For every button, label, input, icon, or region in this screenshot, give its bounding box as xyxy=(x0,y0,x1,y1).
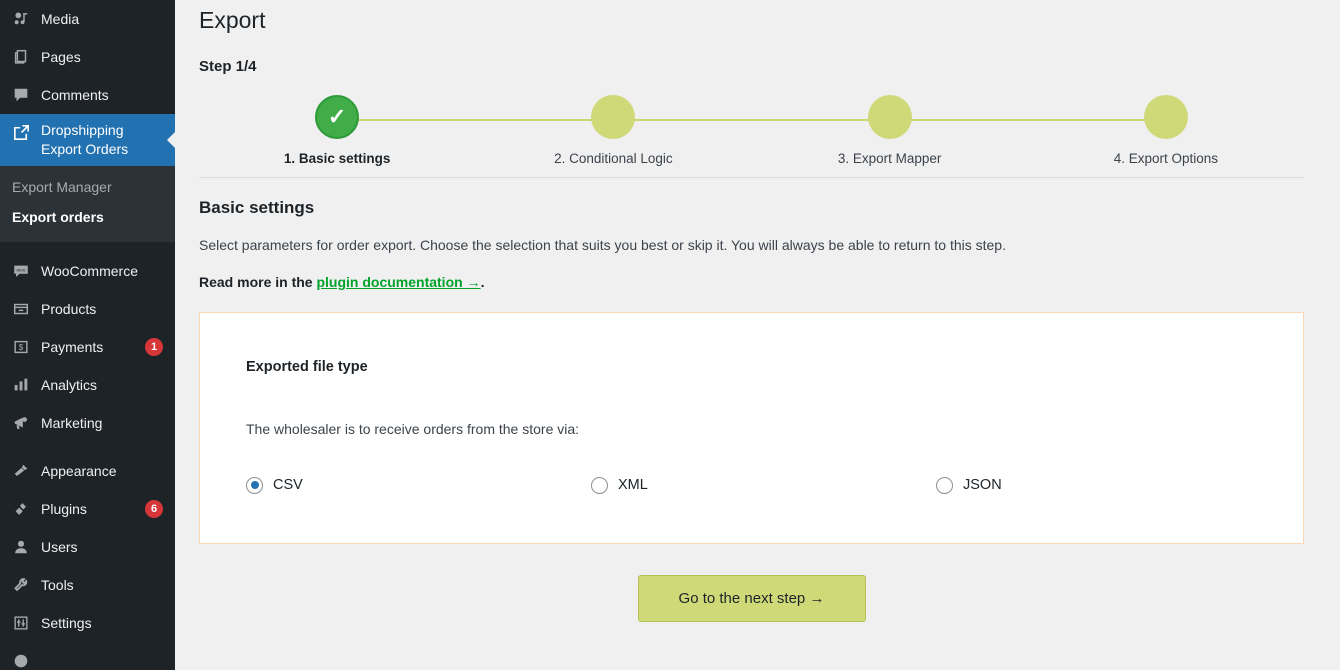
sidebar-item-label: Settings xyxy=(41,615,92,631)
sidebar-item-label: Marketing xyxy=(41,415,103,431)
products-icon xyxy=(10,299,32,319)
page-title: Export xyxy=(199,7,266,33)
submenu-item-label: Export orders xyxy=(12,209,104,225)
sidebar-item-marketing[interactable]: Marketing xyxy=(0,404,175,442)
analytics-icon xyxy=(10,375,32,395)
sidebar-item-dropshipping-export-orders[interactable]: Dropshipping Export Orders xyxy=(0,114,175,166)
sidebar-item-users[interactable]: Users xyxy=(0,528,175,566)
sidebar-item-pages[interactable]: Pages xyxy=(0,38,175,76)
step-label: 3. Export Mapper xyxy=(837,150,942,166)
radio-mark-icon xyxy=(936,476,953,494)
svg-text:woo: woo xyxy=(16,268,25,273)
sidebar-item-label: Analytics xyxy=(41,377,98,393)
settings-icon xyxy=(10,613,32,633)
card-title: Exported file type xyxy=(246,358,368,375)
step-dot-upcoming xyxy=(591,94,636,139)
sidebar-submenu: Export Manager Export orders xyxy=(0,166,175,242)
section-divider xyxy=(199,176,1304,178)
sidebar-item-appearance[interactable]: Appearance xyxy=(0,452,175,490)
step-label: 1. Basic settings xyxy=(283,150,391,166)
sidebar-item-label: Payments xyxy=(41,339,104,355)
sidebar-active-label-line2: Export Orders xyxy=(41,141,129,157)
status-badge: 6 xyxy=(145,500,163,518)
woocommerce-icon: woo xyxy=(10,261,32,281)
active-pointer-icon xyxy=(167,132,175,148)
sidebar-item-payments[interactable]: $ Payments 1 xyxy=(0,328,175,366)
radio-label: JSON xyxy=(963,477,1002,494)
next-button-container: Go to the next step → xyxy=(199,574,1304,622)
exported-file-type-card: Exported file type The wholesaler is to … xyxy=(199,311,1304,544)
pages-icon xyxy=(10,47,32,67)
status-badge: 1 xyxy=(145,338,163,356)
payments-icon: $ xyxy=(10,337,32,357)
step-label: 4. Export Options xyxy=(1113,150,1219,166)
comments-icon xyxy=(10,85,32,105)
sidebar-item-woocommerce[interactable]: woo WooCommerce xyxy=(0,252,175,290)
sidebar-item-plugins[interactable]: Plugins 6 xyxy=(0,490,175,528)
submenu-item-export-manager[interactable]: Export Manager xyxy=(0,172,175,202)
sidebar-item-media[interactable]: Media xyxy=(0,0,175,38)
radio-mark-icon xyxy=(591,476,608,494)
step-label: 2. Conditional Logic xyxy=(554,150,673,166)
sidebar-separator xyxy=(0,242,175,252)
svg-text:$: $ xyxy=(19,343,24,352)
sidebar-item-analytics[interactable]: Analytics xyxy=(0,366,175,404)
submenu-item-export-orders[interactable]: Export orders xyxy=(0,202,175,232)
radio-label: XML xyxy=(618,477,648,494)
card-subtitle: The wholesaler is to receive orders from… xyxy=(246,420,580,437)
section-title: Basic settings xyxy=(199,197,315,217)
step-3-export-mapper[interactable]: 3. Export Mapper xyxy=(752,94,1028,166)
step-dot-upcoming xyxy=(1143,94,1188,139)
tools-icon xyxy=(10,575,32,595)
sidebar-item-label: Media xyxy=(41,11,80,27)
sidebar-item-label: Products xyxy=(41,301,97,317)
appearance-icon xyxy=(10,461,32,481)
step-4-export-options[interactable]: 4. Export Options xyxy=(1028,94,1304,166)
step-progress-indicator: ✓ 1. Basic settings 2. Conditional Logic… xyxy=(199,94,1304,173)
sidebar-active-label-line1: Dropshipping xyxy=(41,122,124,138)
sidebar-item-products[interactable]: Products xyxy=(0,290,175,328)
admin-sidebar: Media Pages Comments Dropshipping Export… xyxy=(0,0,175,670)
sidebar-item-label: Appearance xyxy=(41,463,117,479)
radio-option-json[interactable]: JSON xyxy=(936,476,1281,494)
plugin-documentation-link[interactable]: plugin documentation → xyxy=(316,274,480,290)
sidebar-item-label: Pages xyxy=(41,49,81,65)
circle-icon xyxy=(10,651,32,670)
read-more-suffix: . xyxy=(480,273,485,290)
marketing-icon xyxy=(10,413,32,433)
radio-option-csv[interactable]: CSV xyxy=(246,476,591,494)
step-1-basic-settings[interactable]: ✓ 1. Basic settings xyxy=(199,94,475,166)
step-2-conditional-logic[interactable]: 2. Conditional Logic xyxy=(475,94,751,166)
sidebar-item-partial[interactable] xyxy=(0,642,175,670)
media-icon xyxy=(10,9,32,29)
radio-selected-dot-icon xyxy=(250,481,259,490)
submenu-item-label: Export Manager xyxy=(12,179,112,195)
go-to-next-step-button[interactable]: Go to the next step → xyxy=(637,574,866,622)
sidebar-item-label: Plugins xyxy=(41,501,87,517)
radio-option-xml[interactable]: XML xyxy=(591,476,936,494)
read-more-prefix: Read more in the xyxy=(199,273,317,290)
step-counter: Step 1/4 xyxy=(199,57,257,75)
step-dot-completed: ✓ xyxy=(315,94,360,139)
step-dot-upcoming xyxy=(867,94,912,139)
main-content: Export Step 1/4 ✓ 1. Basic settings 2. C… xyxy=(175,0,1340,670)
plugins-icon xyxy=(10,499,32,519)
file-type-radio-group: CSV XML JSON xyxy=(246,476,1303,494)
sidebar-item-label: Users xyxy=(41,539,78,555)
sidebar-item-comments[interactable]: Comments xyxy=(0,76,175,114)
admin-screen: Media Pages Comments Dropshipping Export… xyxy=(0,0,1340,670)
external-link-icon xyxy=(10,122,32,142)
sidebar-separator xyxy=(0,442,175,452)
read-more-line: Read more in the plugin documentation →. xyxy=(199,274,1304,290)
radio-mark-icon xyxy=(246,476,263,494)
sidebar-item-label: Tools xyxy=(41,577,74,593)
sidebar-item-settings[interactable]: Settings xyxy=(0,604,175,642)
sidebar-item-tools[interactable]: Tools xyxy=(0,566,175,604)
section-description: Select parameters for order export. Choo… xyxy=(199,236,1006,253)
sidebar-item-label: WooCommerce xyxy=(41,263,138,279)
users-icon xyxy=(10,537,32,557)
check-icon: ✓ xyxy=(327,103,347,129)
radio-label: CSV xyxy=(273,477,303,494)
sidebar-item-label: Comments xyxy=(41,87,109,103)
